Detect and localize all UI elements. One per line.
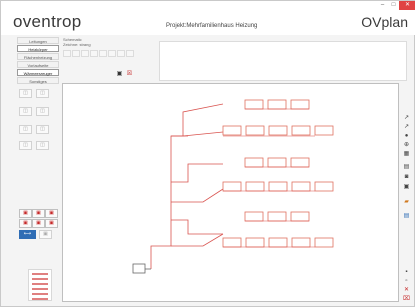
tool-button-1[interactable]: ◫ (19, 89, 32, 98)
floppy-icon[interactable]: ▣ (116, 71, 123, 78)
close-button[interactable]: ✕ (399, 1, 415, 10)
tool-button-3[interactable]: ◫ (19, 107, 32, 116)
save-icon[interactable]: ▪ (402, 269, 411, 276)
ribbon-button-1[interactable] (63, 50, 71, 57)
exit-icon[interactable]: ⌧ (402, 296, 411, 303)
category-tabs: Leitungen Heizkörper Flächenheizung Vorl… (17, 37, 59, 85)
grid-icon[interactable]: ▦ (402, 151, 411, 158)
page-thumbnail[interactable] (28, 269, 52, 301)
window-controls: – □ ✕ (377, 1, 415, 11)
ribbon-actions: ▣ ☒ (116, 71, 133, 78)
ribbon-subtitle: Zeichne: strang (63, 42, 91, 47)
tool-button-4[interactable]: ◫ (36, 107, 49, 116)
tab-leitungen[interactable]: Leitungen (17, 37, 59, 44)
drawing-canvas[interactable] (62, 83, 399, 302)
brand-logo: oventrop (13, 12, 82, 31)
valve-tool-5[interactable]: ▣ (32, 219, 45, 228)
minimize-button[interactable]: – (377, 1, 388, 10)
ribbon-buttons (61, 50, 156, 57)
tab-vorlaufseite[interactable]: Vorlaufseite (17, 61, 59, 68)
valve-tool-1[interactable]: ▣ (19, 209, 32, 218)
info-panel (159, 41, 407, 81)
tab-flaechenheizung[interactable]: Flächenheizung (17, 53, 59, 60)
tool-button-8[interactable]: ◫ (36, 141, 49, 150)
ribbon-button-5[interactable] (99, 50, 107, 57)
product-name: OVplan (361, 14, 408, 30)
ribbon-button-8[interactable] (126, 50, 134, 57)
ribbon-button-3[interactable] (81, 50, 89, 57)
folder-icon[interactable]: ▰ (402, 199, 411, 206)
tool-button-6[interactable]: ◫ (36, 125, 49, 134)
ribbon-button-6[interactable] (108, 50, 116, 57)
valve-tool-6[interactable]: ▣ (45, 219, 58, 228)
marker-red-icon[interactable]: ● (402, 133, 411, 140)
camera-icon[interactable]: ◙ (402, 174, 411, 181)
lock-icon[interactable]: ▤ (402, 164, 411, 171)
arrow-tool-icon[interactable]: ↗ (402, 115, 411, 122)
tool-button-7[interactable]: ◫ (19, 141, 32, 150)
save-as-icon[interactable]: ▫ (402, 278, 411, 285)
pipe-tool-selected[interactable]: ⟷ (19, 230, 36, 239)
tab-waermeerzeuger[interactable]: Wärmeerzeuger (17, 69, 59, 76)
remove-icon[interactable]: ✕ (402, 287, 411, 294)
maximize-button[interactable]: □ (388, 1, 399, 10)
heating-schematic (132, 99, 334, 274)
app-window: oventrop Projekt:Mehrfamilienhaus Heizun… (0, 0, 415, 307)
print-icon[interactable]: ▣ (402, 184, 411, 191)
project-title: Projekt:Mehrfamilienhaus Heizung (166, 23, 258, 29)
valve-tool-2[interactable]: ▣ (32, 209, 45, 218)
valve-tool-4[interactable]: ▣ (19, 219, 32, 228)
delete-icon[interactable]: ☒ (126, 71, 133, 78)
ribbon-button-4[interactable] (90, 50, 98, 57)
ribbon-button-2[interactable] (72, 50, 80, 57)
pipe-tool-alt[interactable]: ▣ (39, 230, 52, 239)
arrow-tool-2-icon[interactable]: ↗ (402, 124, 411, 131)
ribbon-button-7[interactable] (117, 50, 125, 57)
zoom-icon[interactable]: ⊕ (402, 142, 411, 149)
tab-sonstiges[interactable]: Sonstiges (17, 77, 59, 84)
title-bar: oventrop Projekt:Mehrfamilienhaus Heizun… (1, 1, 415, 35)
tab-heizkoerper[interactable]: Heizkörper (17, 45, 59, 52)
valve-tool-3[interactable]: ▣ (45, 209, 58, 218)
ribbon: Schematic Zeichne: strang (61, 37, 156, 67)
layers-icon[interactable]: ▤ (402, 213, 411, 220)
tool-button-5[interactable]: ◫ (19, 125, 32, 134)
tool-button-2[interactable]: ◫ (36, 89, 49, 98)
